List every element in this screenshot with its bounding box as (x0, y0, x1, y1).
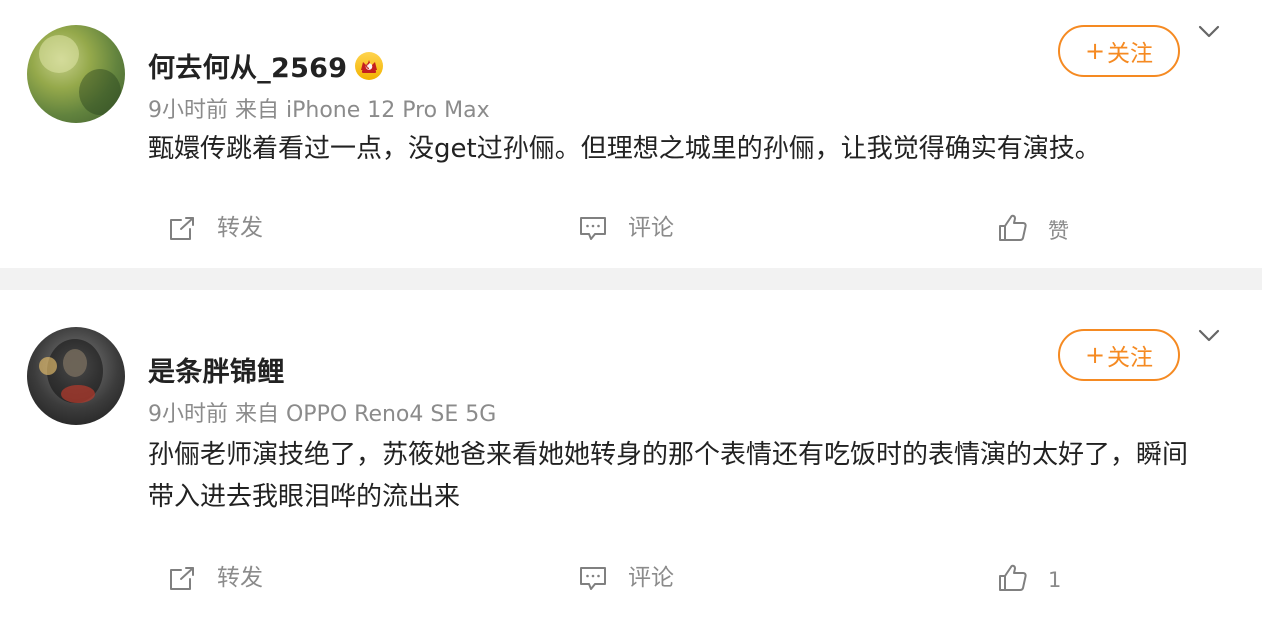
like-action[interactable]: 1 (995, 558, 1061, 598)
avatar[interactable] (27, 327, 125, 425)
post-source: 来自 iPhone 12 Pro Max (235, 98, 490, 123)
forward-icon (164, 560, 200, 596)
follow-label: 关注 (1107, 345, 1154, 371)
comment-icon (575, 560, 611, 596)
plus-icon: + (1084, 36, 1106, 65)
comment-card: 是条胖锦鲤 9小时前 来自 OPPO Reno4 SE 5G 孙俪老师演技绝了，… (0, 290, 1262, 618)
crown-badge-icon[interactable] (355, 52, 384, 80)
section-divider (0, 268, 1262, 290)
avatar-accent (61, 385, 95, 403)
post-time: 9小时前 (148, 402, 228, 427)
comment-action[interactable]: 评论 (575, 208, 674, 248)
comment-icon (575, 210, 611, 246)
comment-label: 评论 (628, 564, 674, 591)
username-row: 是条胖锦鲤 (148, 350, 285, 389)
plus-icon: + (1084, 340, 1106, 369)
post-meta: 9小时前 来自 iPhone 12 Pro Max (148, 92, 490, 124)
username[interactable]: 是条胖锦鲤 (148, 350, 285, 389)
avatar[interactable] (27, 25, 125, 123)
action-bar: 转发 评论 (0, 208, 1262, 248)
post-time: 9小时前 (148, 98, 228, 123)
follow-label: 关注 (1107, 41, 1154, 67)
thumbs-up-icon (995, 560, 1031, 596)
action-bar: 转发 评论 (0, 558, 1262, 598)
like-count: 1 (1048, 567, 1062, 592)
thumbs-up-icon (995, 210, 1031, 246)
forward-action[interactable]: 转发 (164, 558, 263, 598)
chevron-down-icon[interactable] (1195, 322, 1223, 350)
username-row: 何去何从_2569 (148, 46, 384, 85)
chevron-down-icon[interactable] (1195, 18, 1223, 46)
avatar-shadow (79, 69, 121, 115)
avatar-glow (39, 357, 57, 375)
post-meta: 9小时前 来自 OPPO Reno4 SE 5G (148, 396, 496, 428)
forward-icon (164, 210, 200, 246)
comment-content: 孙俪老师演技绝了，苏筱她爸来看她她转身的那个表情还有吃饭时的表情演的太好了，瞬间… (148, 440, 1189, 512)
follow-button[interactable]: + 关注 (1058, 25, 1180, 77)
like-label: 赞 (1048, 218, 1069, 243)
forward-label: 转发 (217, 214, 263, 241)
username[interactable]: 何去何从_2569 (148, 46, 347, 85)
comment-label: 评论 (628, 214, 674, 241)
forward-action[interactable]: 转发 (164, 208, 263, 248)
comment-feed: 何去何从_2569 9小时前 来自 iPhone 12 Pro Max 甄嬛传跳… (0, 0, 1262, 618)
post-source: 来自 OPPO Reno4 SE 5G (235, 402, 497, 427)
like-action[interactable]: 赞 (995, 208, 1069, 248)
follow-button[interactable]: + 关注 (1058, 329, 1180, 381)
forward-label: 转发 (217, 564, 263, 591)
comment-card: 何去何从_2569 9小时前 来自 iPhone 12 Pro Max 甄嬛传跳… (0, 0, 1262, 268)
comment-action[interactable]: 评论 (575, 558, 674, 598)
comment-content: 甄嬛传跳着看过一点，没get过孙俪。但理想之城里的孙俪，让我觉得确实有演技。 (148, 134, 1101, 164)
avatar-highlight (39, 35, 79, 73)
